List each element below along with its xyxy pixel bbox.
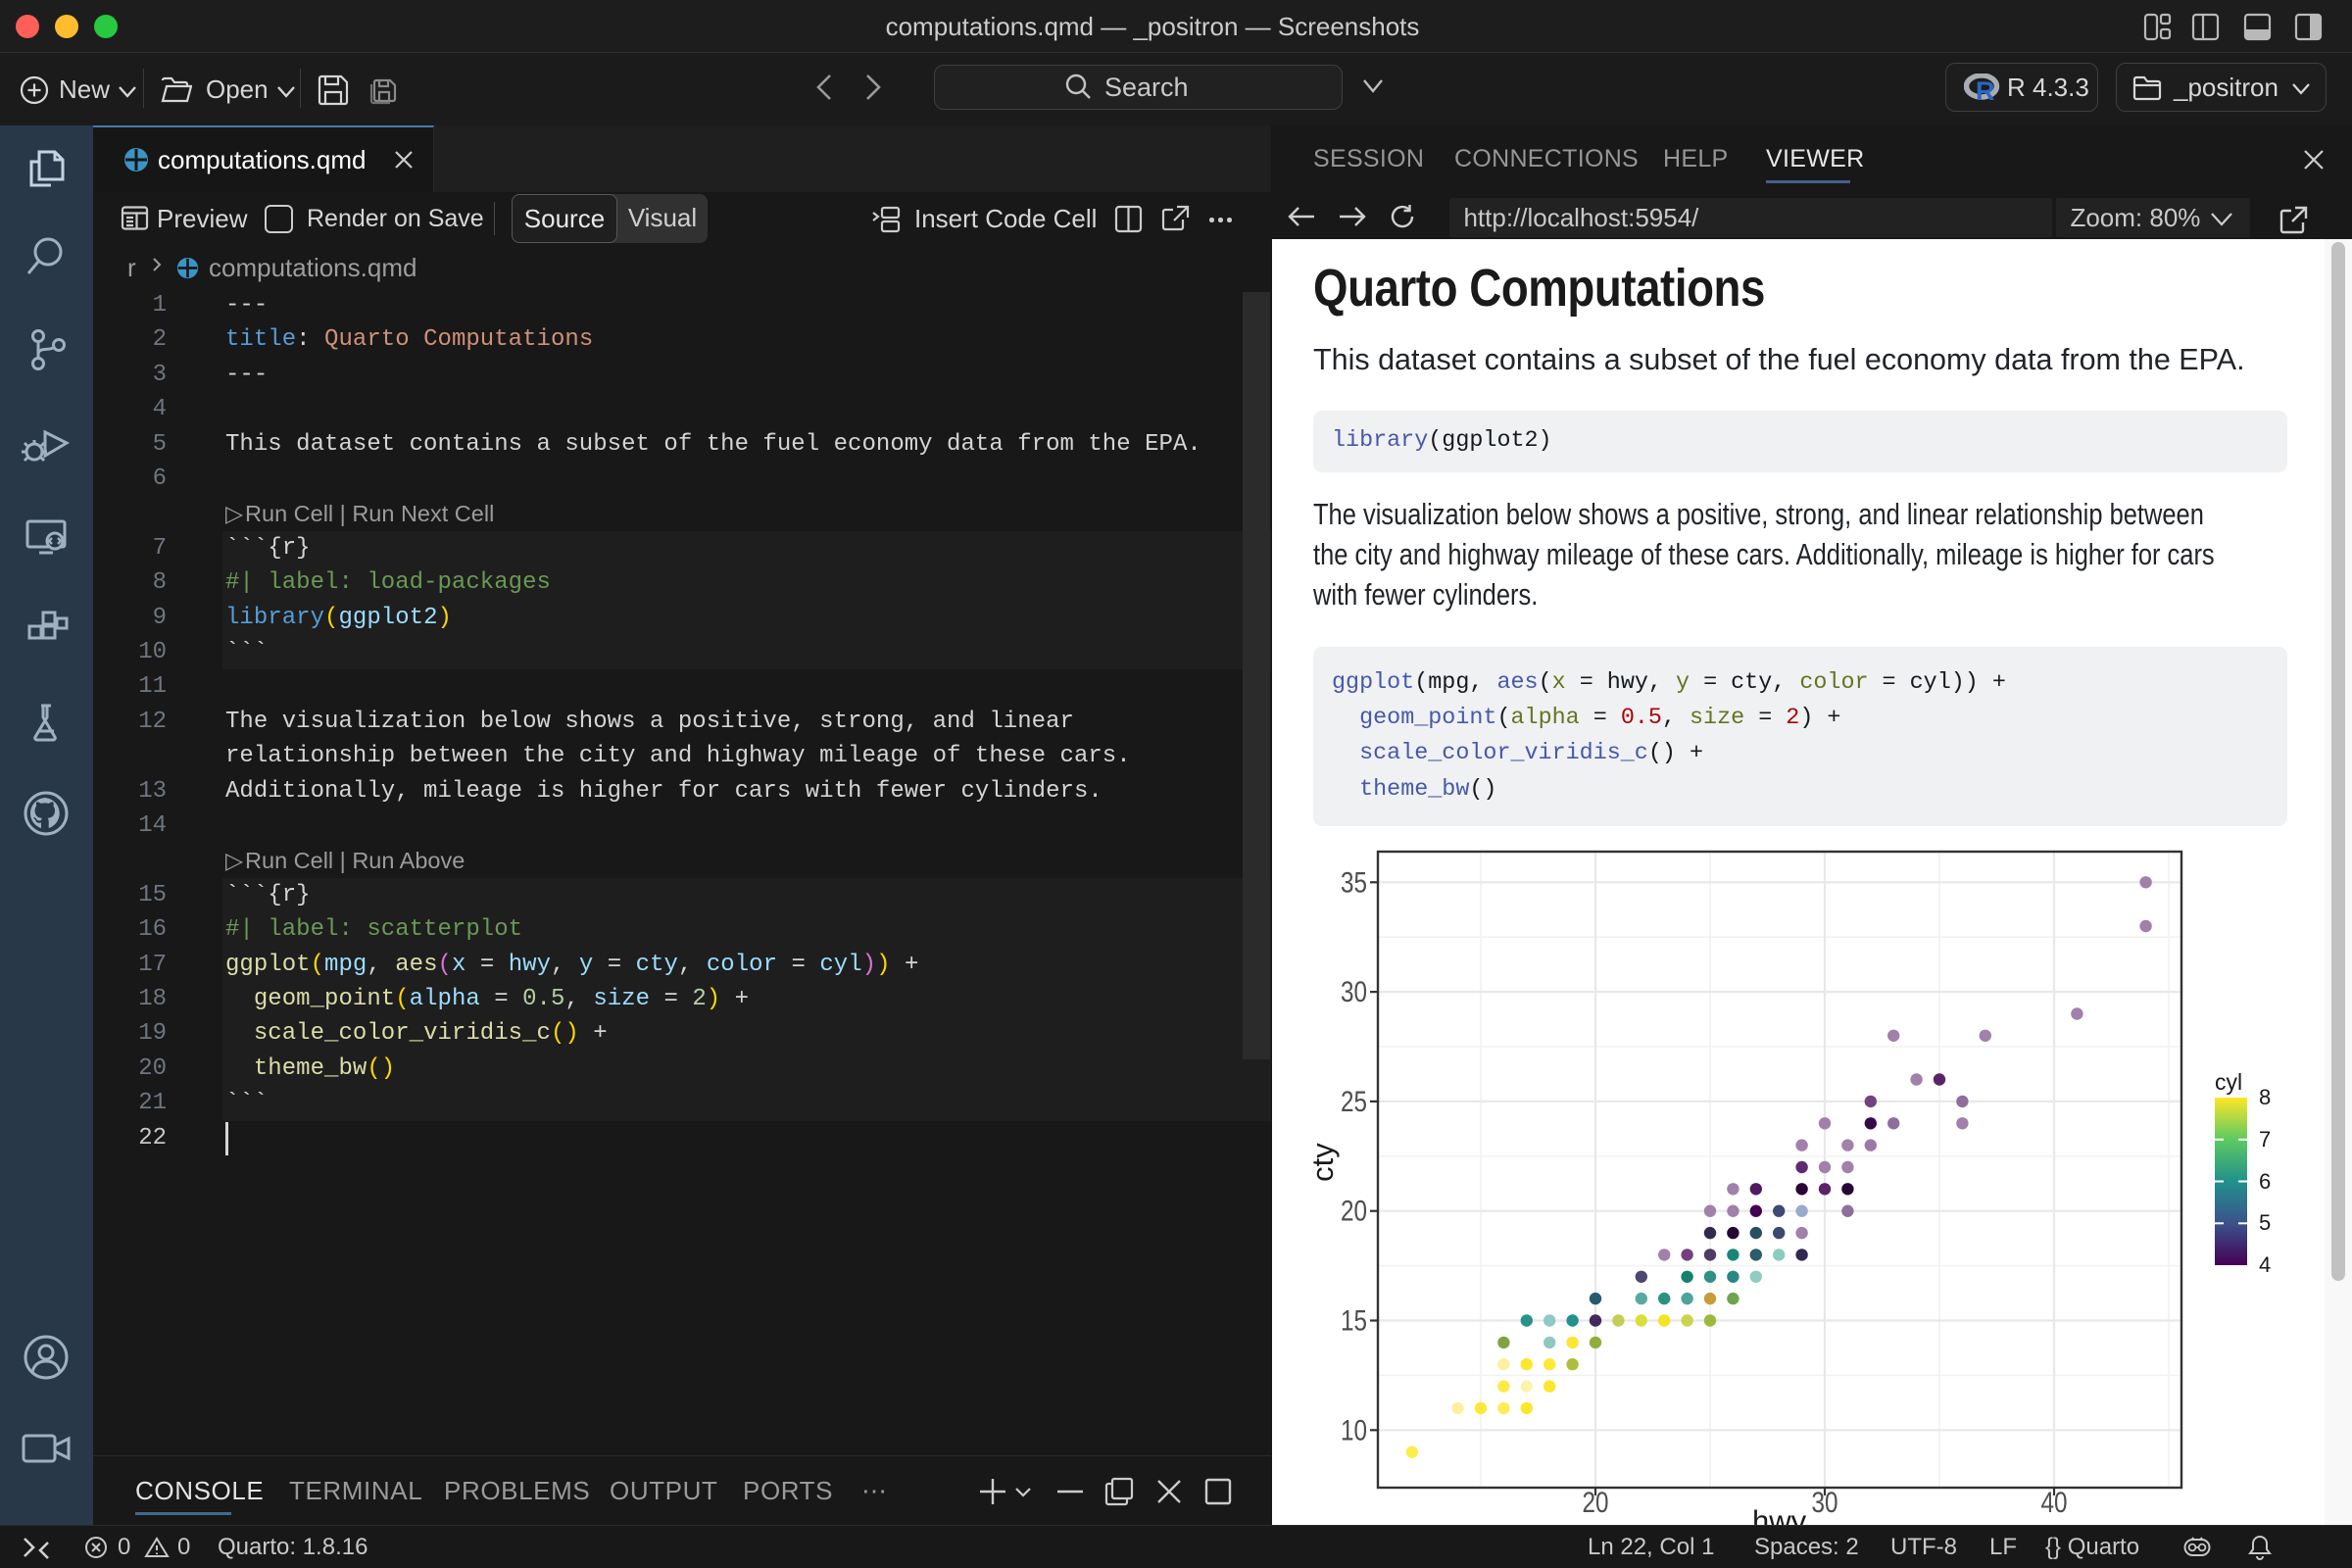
svg-text:R: R [1976,76,1995,103]
svg-text:6: 6 [2259,1169,2271,1194]
svg-text:10: 10 [1341,1414,1367,1446]
svg-text:5: 5 [2259,1210,2271,1235]
svg-text:cty: cty [1305,1143,1340,1182]
svg-text:30: 30 [1812,1487,1838,1519]
svg-text:4: 4 [2259,1252,2271,1277]
svg-text:7: 7 [2259,1127,2271,1152]
svg-text:20: 20 [1583,1487,1609,1519]
svg-text:15: 15 [1341,1305,1367,1338]
svg-text:20: 20 [1341,1196,1367,1228]
svg-text:cyl: cyl [2215,1069,2242,1095]
svg-text:30: 30 [1341,976,1367,1008]
svg-text:hwy: hwy [1752,1504,1807,1526]
svg-text:35: 35 [1341,866,1367,899]
svg-text:40: 40 [2041,1487,2068,1519]
svg-text:8: 8 [2259,1085,2271,1109]
svg-text:25: 25 [1341,1086,1367,1118]
